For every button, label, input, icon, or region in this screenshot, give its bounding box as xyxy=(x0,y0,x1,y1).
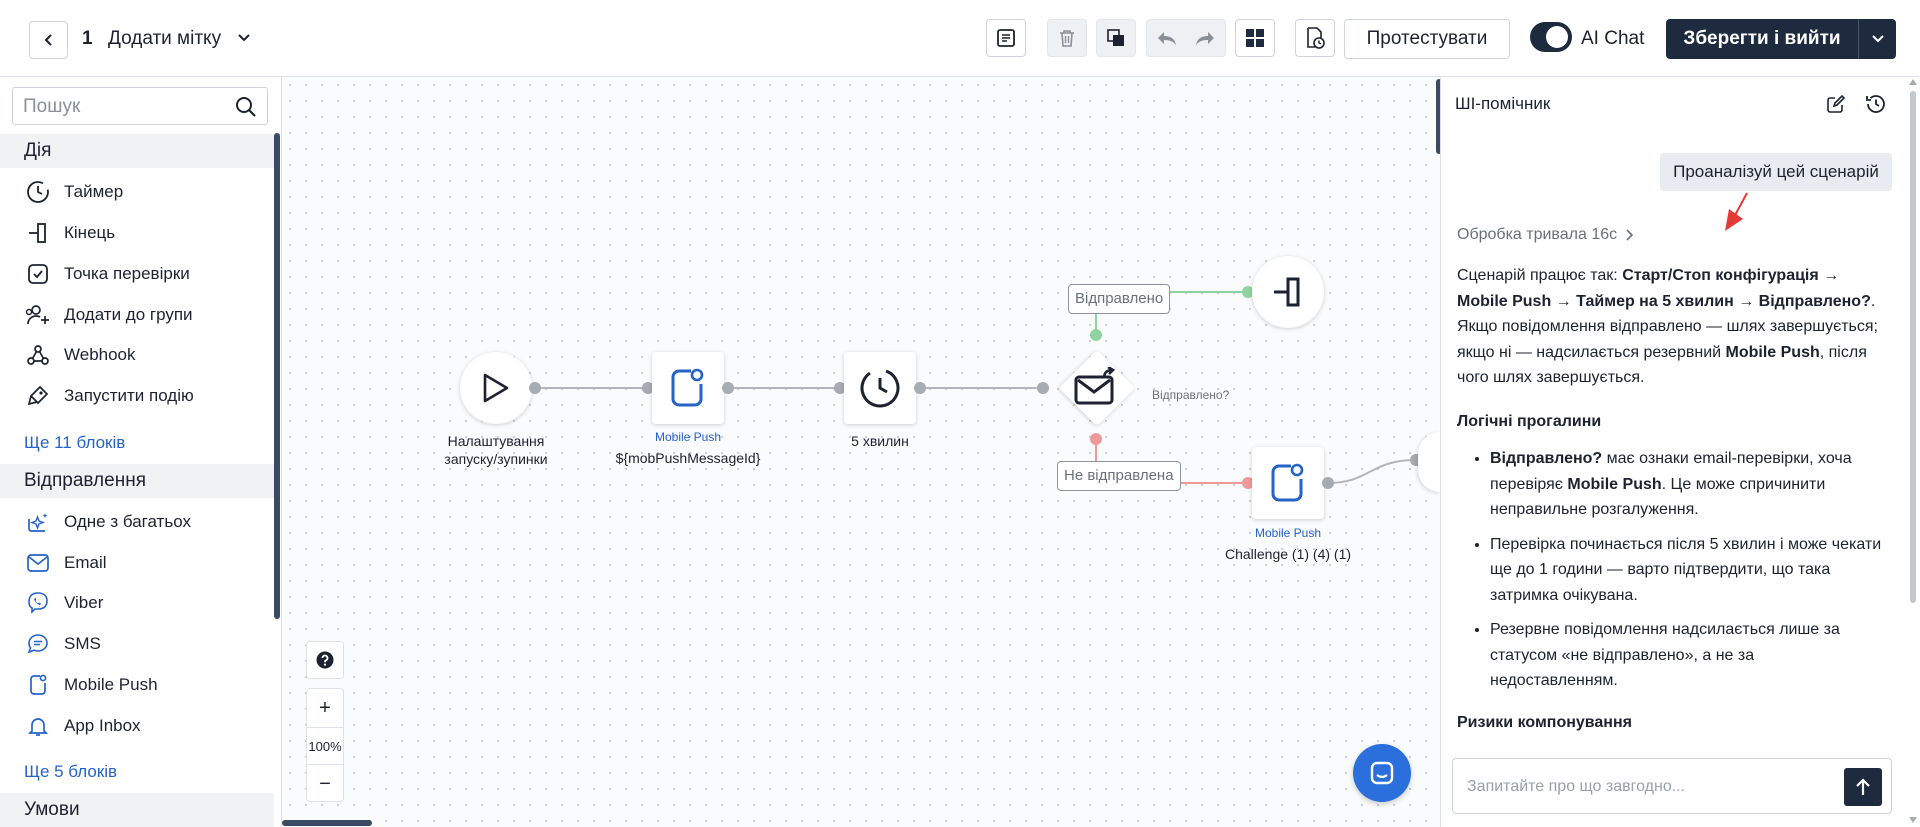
processing-text: Обробка тривала 16с xyxy=(1457,226,1618,243)
history-icon[interactable] xyxy=(1863,91,1889,117)
logic-gaps-heading: Логічні прогалини xyxy=(1457,412,1602,430)
edit-icon[interactable] xyxy=(1823,91,1849,117)
port-not-sent[interactable] xyxy=(1090,433,1102,445)
edge-label-sent[interactable]: Відправлено xyxy=(1068,284,1171,314)
port[interactable] xyxy=(722,382,734,394)
logic-gaps-list: Відправлено? має ознаки email-перевірки,… xyxy=(1457,446,1882,694)
save-and-exit-label: Зберегти і вийти xyxy=(1683,28,1841,49)
answer-intro: Сценарій працює так: Старт/Стоп конфігур… xyxy=(1457,267,1878,386)
mobile-push-icon xyxy=(1271,463,1304,502)
port-sent[interactable] xyxy=(1090,329,1102,341)
help-button[interactable] xyxy=(306,641,344,679)
ai-assistant-panel: ШІ-помічник Проаналізуй цей сценарій Обр… xyxy=(1440,77,1900,827)
timer-icon xyxy=(860,368,900,408)
check-node-label: Відправлено? xyxy=(1152,388,1230,402)
mobile-push-node[interactable] xyxy=(652,352,724,424)
mobile-push-fallback-node[interactable] xyxy=(1252,447,1324,519)
mobile-push-icon xyxy=(671,368,704,407)
help-icon xyxy=(316,651,334,669)
chevron-down-icon xyxy=(1871,35,1884,43)
support-chat-button[interactable] xyxy=(1353,744,1411,802)
zoom-in-button[interactable]: + xyxy=(307,689,343,727)
chevron-right-icon xyxy=(1626,229,1634,241)
processing-info[interactable]: Обробка тривала 16с xyxy=(1457,226,1634,244)
timer-node-label: 5 хвилин xyxy=(851,433,909,449)
node-type-label: Mobile Push xyxy=(1254,526,1322,540)
save-and-exit-button[interactable]: Зберегти і вийти xyxy=(1666,19,1896,59)
ai-chat-toggle[interactable] xyxy=(1530,22,1572,52)
ask-input[interactable] xyxy=(1467,775,1837,799)
start-node[interactable] xyxy=(460,352,532,424)
port[interactable] xyxy=(529,382,541,394)
zoom-controls: + 100% − xyxy=(306,688,344,802)
start-node-label: Налаштування запуску/зупинки xyxy=(444,433,548,467)
layout-risks-heading: Ризики компонування xyxy=(1457,713,1632,731)
zoom-level: 100% xyxy=(307,727,343,765)
timer-node[interactable] xyxy=(844,352,916,424)
send-button[interactable] xyxy=(1844,768,1882,806)
mobile-push-node-label: ${mobPushMessageId} xyxy=(615,450,761,466)
edge-label-not-sent[interactable]: Не відправлена xyxy=(1057,461,1181,491)
node-type-label: Mobile Push xyxy=(654,430,722,444)
list-item: Перевірка починається після 5 хвилин і м… xyxy=(1490,532,1882,609)
user-message: Проаналізуй цей сценарій xyxy=(1660,153,1892,191)
end-icon xyxy=(1274,277,1300,307)
list-item: Відправлено? має ознаки email-перевірки,… xyxy=(1490,446,1882,523)
save-dropdown[interactable] xyxy=(1859,32,1896,46)
canvas-horizontal-scrollbar[interactable] xyxy=(282,820,372,826)
end-node[interactable] xyxy=(1252,256,1324,328)
arrow-up-icon xyxy=(1856,778,1870,795)
ai-chat-label: AI Chat xyxy=(1581,28,1645,49)
ask-field[interactable] xyxy=(1452,758,1892,814)
chat-icon xyxy=(1370,761,1394,785)
port[interactable] xyxy=(1322,477,1334,489)
email-send-icon xyxy=(1074,367,1116,405)
zoom-out-button[interactable]: − xyxy=(307,765,343,803)
port[interactable] xyxy=(914,382,926,394)
list-item: Резервне повідомлення надсилається лише … xyxy=(1490,617,1882,694)
panel-scrollbar[interactable] xyxy=(1906,77,1920,827)
annotation-arrow xyxy=(1725,192,1748,231)
mobile-push-fallback-label: Challenge (1) (4) (1) xyxy=(1224,546,1352,562)
play-icon xyxy=(483,373,509,403)
offscreen-node[interactable] xyxy=(1418,432,1440,492)
panel-title: ШІ-помічник xyxy=(1455,94,1551,113)
port[interactable] xyxy=(1037,382,1049,394)
assistant-answer: Сценарій працює так: Старт/Стоп конфігур… xyxy=(1457,263,1882,745)
